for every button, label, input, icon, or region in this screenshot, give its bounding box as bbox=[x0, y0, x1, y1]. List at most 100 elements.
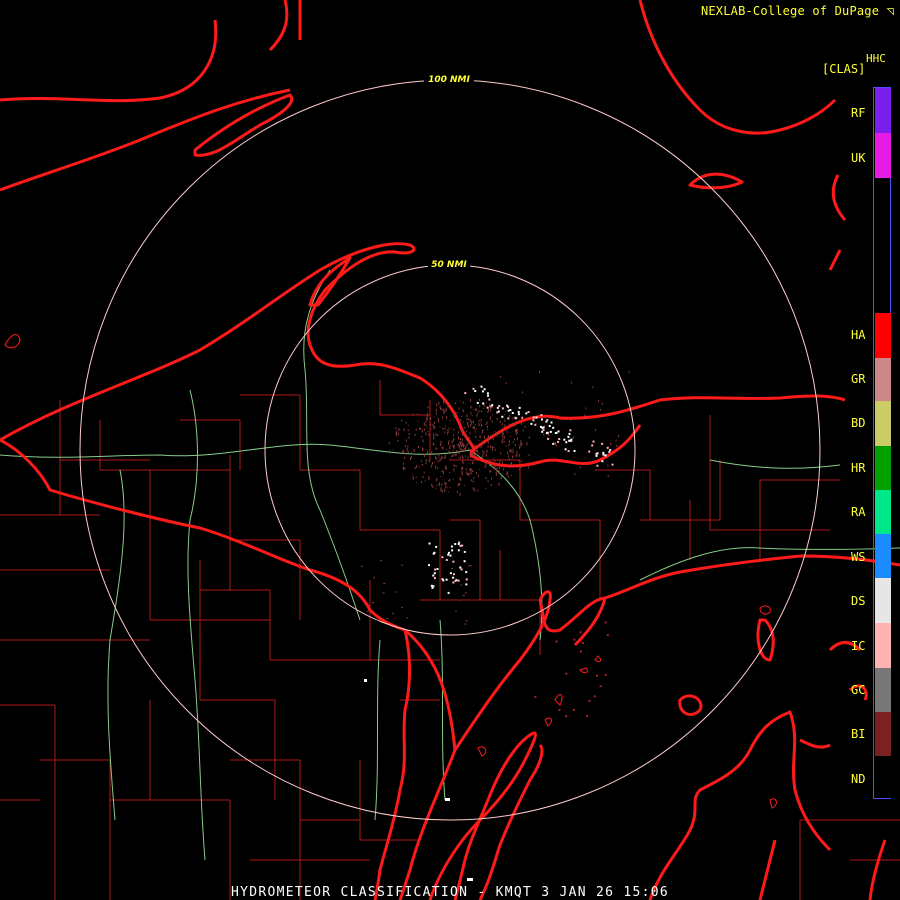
echo-bi bbox=[468, 448, 470, 450]
echo-bi bbox=[459, 492, 461, 496]
legend-label-nd: ND bbox=[851, 772, 866, 786]
echo-bi bbox=[473, 476, 475, 479]
echo-bi bbox=[459, 450, 461, 452]
echo-bi bbox=[490, 408, 492, 412]
echo-ds bbox=[604, 454, 607, 457]
echo-bi bbox=[395, 591, 398, 593]
echo-bi bbox=[464, 445, 466, 447]
echo-bi bbox=[480, 421, 482, 423]
echo-bi bbox=[443, 400, 445, 404]
echo-bi bbox=[470, 449, 472, 451]
echo-bi bbox=[519, 446, 521, 449]
echo-bi bbox=[502, 461, 503, 464]
echo-bi bbox=[476, 408, 478, 411]
echo-bi bbox=[445, 465, 447, 468]
echo-bi bbox=[474, 424, 476, 425]
echo-ds bbox=[483, 388, 486, 391]
echo-bi bbox=[454, 414, 455, 418]
echo-bi bbox=[483, 435, 485, 439]
echo-bi bbox=[472, 488, 474, 490]
echo-bi bbox=[470, 405, 472, 409]
range-ring-label-50: 50 NMI bbox=[431, 260, 467, 270]
echo-ds bbox=[601, 442, 604, 445]
echo-bi bbox=[502, 426, 504, 428]
echo-bi bbox=[447, 430, 449, 434]
echo-bi bbox=[503, 440, 505, 443]
echo-bi bbox=[418, 466, 420, 468]
echo-bi bbox=[442, 427, 444, 430]
echo-bi bbox=[469, 452, 471, 454]
echo-ds bbox=[558, 438, 561, 440]
echo-bi bbox=[485, 477, 487, 479]
nexlab-credit[interactable]: NEXLAB-College of DuPage ◹ bbox=[701, 4, 894, 18]
echo-bi bbox=[505, 445, 507, 447]
echo-bi bbox=[610, 443, 612, 445]
echo-ds bbox=[542, 429, 545, 431]
echo-ds bbox=[547, 437, 550, 440]
echo-bi bbox=[407, 424, 409, 426]
river-lines bbox=[0, 269, 900, 861]
echo-bi bbox=[443, 410, 445, 414]
echo-ds bbox=[434, 577, 436, 580]
echo-bi bbox=[490, 416, 492, 420]
legend-swatch-ra bbox=[875, 490, 891, 534]
echo-bi bbox=[459, 477, 461, 480]
echo-bi bbox=[470, 420, 472, 423]
echo-bi bbox=[468, 432, 470, 434]
product-title: HYDROMETEOR CLASSIFICATION - KMQT 3 JAN … bbox=[230, 885, 670, 900]
echo-bi bbox=[441, 446, 443, 449]
echo-bi bbox=[598, 400, 600, 402]
echo-ds bbox=[465, 578, 468, 581]
echo-bi bbox=[476, 413, 478, 417]
echo-bi bbox=[452, 478, 454, 480]
echo-ds bbox=[498, 405, 501, 408]
echo-ds bbox=[545, 420, 548, 423]
echo-bi bbox=[435, 433, 437, 437]
echo-bi bbox=[403, 462, 405, 465]
echo-ds bbox=[609, 449, 612, 452]
echo-bi bbox=[485, 423, 487, 426]
echo-bi bbox=[579, 650, 582, 653]
echo-bi bbox=[440, 457, 442, 460]
echo-bi bbox=[500, 475, 502, 478]
echo-bi bbox=[466, 430, 468, 433]
echo-bi bbox=[389, 450, 390, 453]
echo-ds bbox=[487, 394, 489, 397]
echo-bi bbox=[444, 427, 446, 430]
echo-bi bbox=[520, 466, 522, 469]
echo-bi bbox=[487, 435, 489, 438]
echo-bi bbox=[453, 446, 455, 450]
echo-bi bbox=[383, 582, 386, 584]
echo-bi bbox=[448, 427, 450, 429]
echo-bi bbox=[474, 445, 476, 449]
echo-bi bbox=[425, 459, 427, 462]
echo-bi bbox=[422, 439, 424, 442]
echo-bi bbox=[412, 413, 414, 415]
echo-ds bbox=[596, 464, 599, 467]
echo-bi bbox=[404, 467, 406, 470]
echo-bi bbox=[502, 438, 504, 441]
echo-bi bbox=[441, 483, 443, 486]
echo-bi bbox=[482, 440, 484, 443]
echo-bi bbox=[554, 442, 556, 445]
echo-bi bbox=[486, 421, 488, 424]
radar-map[interactable]: 100 NMI 50 NMI bbox=[0, 0, 900, 900]
echo-bi bbox=[478, 423, 480, 427]
echo-bi bbox=[461, 433, 463, 436]
echo-bi bbox=[456, 443, 458, 445]
legend-label-ha: HA bbox=[851, 328, 866, 342]
echo-bi bbox=[490, 470, 492, 473]
echo-bi bbox=[479, 435, 481, 439]
echo-bi bbox=[431, 483, 433, 487]
echo-bi bbox=[618, 435, 620, 437]
echo-bi bbox=[464, 426, 466, 429]
echo-bi bbox=[484, 466, 486, 469]
echo-bi bbox=[467, 418, 469, 421]
echo-bi bbox=[507, 451, 509, 455]
echo-bi bbox=[446, 486, 448, 488]
echo-bi bbox=[505, 382, 507, 385]
echo-bi bbox=[422, 447, 424, 451]
echo-bi bbox=[458, 442, 460, 444]
echo-bi bbox=[439, 405, 441, 408]
echo-bi bbox=[512, 441, 514, 444]
